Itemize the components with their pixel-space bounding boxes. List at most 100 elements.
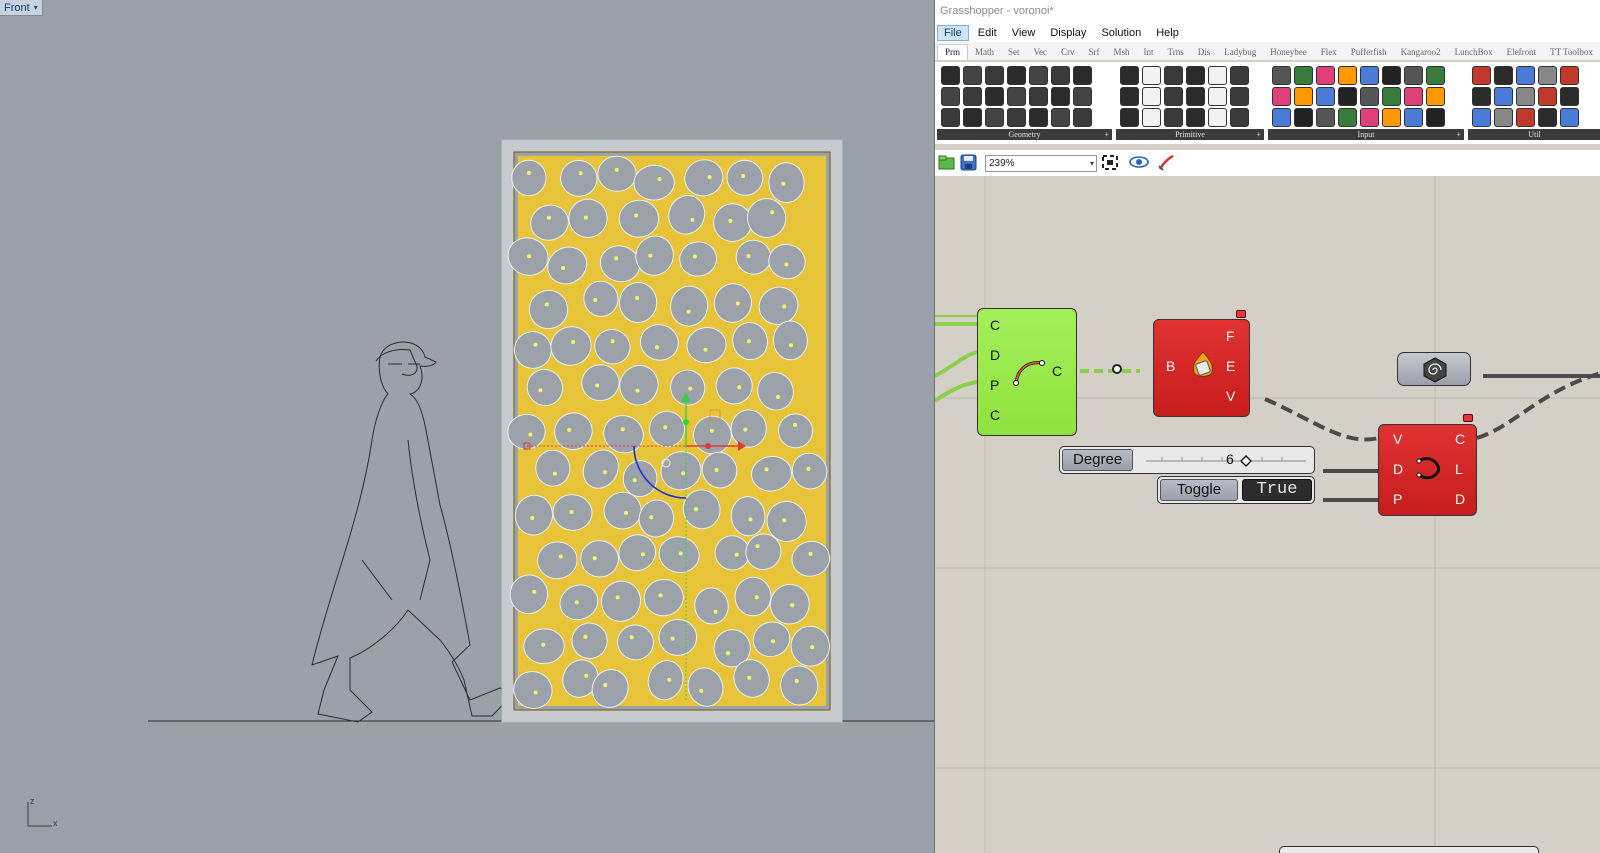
toggle-icon[interactable] (1382, 108, 1401, 127)
hexagon-icon[interactable] (1029, 87, 1048, 106)
chevron-down-icon[interactable]: ▾ (1090, 156, 1094, 171)
hexagon-icon[interactable] (1120, 87, 1139, 106)
tab-lunchbox[interactable]: LunchBox (1448, 45, 1500, 60)
tab-kangaroo2[interactable]: Kangaroo2 (1394, 45, 1448, 60)
text-icon[interactable] (1560, 87, 1579, 106)
menu-file[interactable]: File (937, 25, 969, 41)
hexagon-icon[interactable] (1142, 66, 1161, 85)
hexagon-icon[interactable] (1120, 66, 1139, 85)
hexagon-icon[interactable] (1007, 108, 1026, 127)
close-icon[interactable] (1051, 87, 1070, 106)
tab-int[interactable]: Int (1137, 45, 1161, 60)
slider-icon[interactable] (1272, 87, 1291, 106)
partial-panel[interactable] (1279, 846, 1539, 853)
slider-icon[interactable] (1360, 87, 1379, 106)
degree-slider[interactable]: Degree 6 (1059, 446, 1315, 474)
pencil-icon[interactable] (941, 108, 960, 127)
panel-expand-icon[interactable]: + (1104, 129, 1109, 140)
chevron-down-icon[interactable]: ▾ (34, 3, 38, 12)
hexagon-icon[interactable] (1142, 87, 1161, 106)
menu-solution[interactable]: Solution (1095, 26, 1147, 40)
eye-icon[interactable] (1129, 154, 1149, 171)
pencil-icon[interactable] (1029, 108, 1048, 127)
panel-icon[interactable] (1338, 66, 1357, 85)
close-icon[interactable] (1029, 66, 1048, 85)
output-port[interactable] (1112, 364, 1122, 374)
panel-icon[interactable] (1426, 108, 1445, 127)
hexagon-icon[interactable] (941, 87, 960, 106)
open-icon[interactable] (938, 154, 956, 171)
tab-tt-toolbox[interactable]: TT Toolbox (1543, 45, 1600, 60)
cherry-icon[interactable] (1472, 66, 1491, 85)
close-icon[interactable] (985, 108, 1004, 127)
panel-icon[interactable] (1426, 87, 1445, 106)
slider-icon[interactable] (1272, 108, 1291, 127)
hexagon-icon[interactable] (1208, 66, 1227, 85)
tab-flex[interactable]: Flex (1314, 45, 1344, 60)
tab-pufferfish[interactable]: Pufferfish (1344, 45, 1394, 60)
tab-honeybee[interactable]: Honeybee (1263, 45, 1313, 60)
slider-icon[interactable] (1360, 108, 1379, 127)
zoom-dropdown[interactable]: 239% ▾ (985, 155, 1097, 172)
color-swatch-icon[interactable] (1316, 108, 1335, 127)
arrow-icon[interactable] (1560, 108, 1579, 127)
menu-help[interactable]: Help (1150, 26, 1185, 40)
tab-set[interactable]: Set (1001, 45, 1027, 60)
cherry-icon[interactable] (1516, 108, 1535, 127)
zoom-extents-icon[interactable] (1101, 154, 1119, 171)
arrow-icon[interactable] (1516, 66, 1535, 85)
number-icon[interactable] (1164, 108, 1183, 127)
arrow-icon[interactable] (1494, 87, 1513, 106)
color-swatch-icon[interactable] (1404, 108, 1423, 127)
save-icon[interactable] (960, 154, 978, 171)
panel-expand-icon[interactable]: + (1256, 129, 1261, 140)
number-icon[interactable] (1164, 87, 1183, 106)
gear-icon[interactable] (1538, 66, 1557, 85)
hexagon-icon[interactable] (1142, 108, 1161, 127)
panel-expand-icon[interactable]: + (1456, 129, 1461, 140)
tab-vec[interactable]: Vec (1027, 45, 1055, 60)
slider-icon[interactable] (1360, 66, 1379, 85)
tab-crv[interactable]: Crv (1054, 45, 1082, 60)
toggle-icon[interactable] (1382, 87, 1401, 106)
pencil-icon[interactable] (1073, 66, 1092, 85)
gear-icon[interactable] (1516, 87, 1535, 106)
tab-dis[interactable]: Dis (1191, 45, 1218, 60)
number-icon[interactable] (1230, 108, 1249, 127)
gear-icon[interactable] (1494, 108, 1513, 127)
text-icon[interactable] (1538, 108, 1557, 127)
tab-prm[interactable]: Prm (937, 44, 969, 60)
hexagon-icon[interactable] (1186, 108, 1205, 127)
nurbs-curve-component[interactable]: V D P C L D (1378, 424, 1477, 516)
hexagon-icon[interactable] (1186, 87, 1205, 106)
hexagon-icon[interactable] (1007, 66, 1026, 85)
toggle-icon[interactable] (1294, 87, 1313, 106)
curve-component[interactable]: C D P C C (977, 308, 1122, 436)
panel-icon[interactable] (1426, 66, 1445, 85)
toggle-value[interactable]: True (1242, 479, 1312, 501)
number-icon[interactable] (1164, 66, 1183, 85)
slider-icon[interactable] (1272, 66, 1291, 85)
hexagon-icon[interactable] (963, 66, 982, 85)
panel-geometry[interactable]: Geometry + (937, 64, 1112, 140)
voronoi-pattern[interactable] (502, 154, 833, 714)
hexagon-icon[interactable] (985, 87, 1004, 106)
hexagon-icon[interactable] (1073, 87, 1092, 106)
toggle-icon[interactable] (1294, 66, 1313, 85)
number-icon[interactable] (1230, 87, 1249, 106)
cherry-icon[interactable] (1560, 66, 1579, 85)
tab-elefront[interactable]: Elefront (1500, 45, 1544, 60)
text-icon[interactable] (1494, 66, 1513, 85)
pencil-icon[interactable] (985, 66, 1004, 85)
rhino-front-viewport[interactable]: Front ▾ z x (0, 0, 934, 853)
close-icon[interactable] (1073, 108, 1092, 127)
tab-srf[interactable]: Srf (1082, 45, 1107, 60)
menu-view[interactable]: View (1006, 26, 1042, 40)
grasshopper-canvas[interactable]: C D P C C B F E V Degree 6 Toggle True V… (935, 176, 1600, 853)
menu-edit[interactable]: Edit (972, 26, 1003, 40)
panel-util[interactable]: Util (1468, 64, 1600, 140)
close-icon[interactable] (941, 66, 960, 85)
panel-icon[interactable] (1338, 87, 1357, 106)
bake-component[interactable]: B F E V (1153, 319, 1250, 417)
menu-display[interactable]: Display (1044, 26, 1092, 40)
